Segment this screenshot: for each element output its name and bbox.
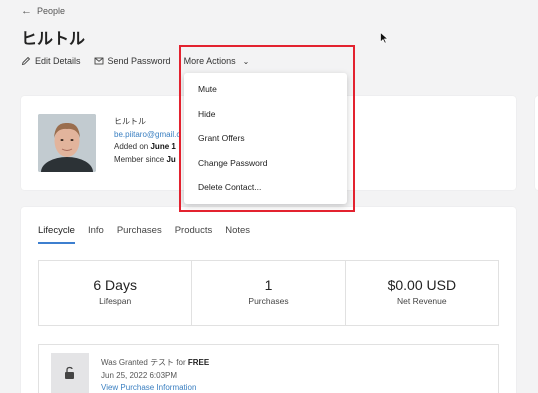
avatar — [38, 114, 96, 172]
purchase-date: Jun 25, 2022 6:03PM — [101, 370, 178, 380]
stat-value: $0.00 USD — [387, 277, 457, 293]
stats-panel: 6 Days Lifespan 1 Purchases $0.00 USD Ne… — [38, 260, 499, 326]
stat-lifespan: 6 Days Lifespan — [39, 261, 193, 325]
back-link[interactable]: ← People — [21, 5, 65, 17]
stat-value: 6 Days — [93, 277, 137, 293]
profile-added: Added on June 1 — [114, 142, 176, 151]
purchase-event: Was Granted テスト for FREE Jun 25, 2022 6:… — [38, 344, 499, 393]
highlight-box — [179, 45, 355, 212]
purchase-summary: Was Granted テスト for FREE — [101, 358, 210, 367]
profile-email[interactable]: be.piitaro@gmail.c — [114, 129, 180, 142]
pencil-icon — [21, 56, 31, 66]
arrow-left-icon: ← — [21, 5, 32, 17]
stat-value: 1 — [264, 277, 273, 293]
tab-bar: Lifecycle Info Purchases Products Notes — [38, 225, 263, 244]
send-password-label: Send Password — [107, 56, 171, 66]
edit-details-label: Edit Details — [35, 56, 81, 66]
tab-lifecycle[interactable]: Lifecycle — [38, 225, 75, 244]
stat-label: Lifespan — [99, 296, 132, 306]
back-link-label: People — [37, 6, 66, 16]
unlock-icon — [51, 353, 89, 393]
stat-label: Net Revenue — [397, 296, 447, 306]
tab-products[interactable]: Products — [175, 225, 213, 244]
tab-notes[interactable]: Notes — [225, 225, 250, 244]
mouse-cursor-icon — [380, 32, 389, 44]
envelope-icon — [94, 57, 103, 65]
stat-net-revenue: $0.00 USD Net Revenue — [346, 261, 498, 325]
edit-details-button[interactable]: Edit Details — [21, 56, 81, 66]
purchase-details: Was Granted テスト for FREE Jun 25, 2022 6:… — [101, 357, 209, 393]
tab-info[interactable]: Info — [88, 225, 104, 244]
send-password-button[interactable]: Send Password — [94, 56, 171, 66]
tab-purchases[interactable]: Purchases — [117, 225, 162, 244]
view-purchase-link[interactable]: View Purchase Information — [101, 382, 209, 393]
profile-name: ヒルトル — [114, 117, 146, 126]
profile-member-since: Member since Ju — [114, 154, 176, 164]
stat-purchases: 1 Purchases — [192, 261, 346, 325]
profile-info: ヒルトル be.piitaro@gmail.c Added on June 1 … — [114, 116, 180, 166]
lifecycle-card: Lifecycle Info Purchases Products Notes … — [21, 207, 516, 393]
stat-label: Purchases — [248, 296, 289, 306]
page-title: ヒルトル — [21, 31, 86, 48]
